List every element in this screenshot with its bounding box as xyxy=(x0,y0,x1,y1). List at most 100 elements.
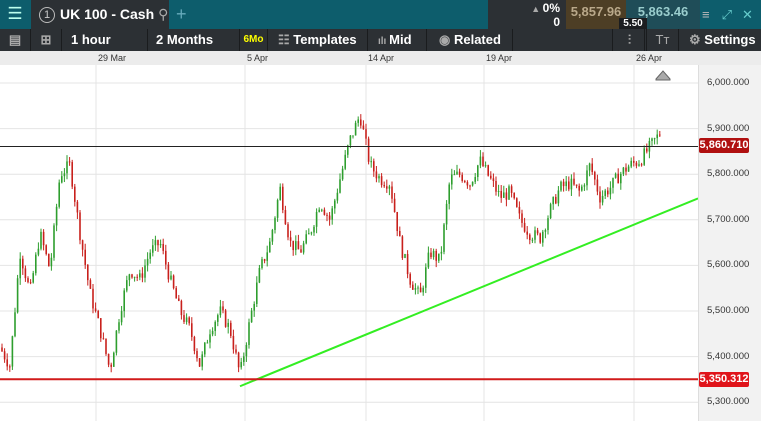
candle-body xyxy=(643,148,645,165)
candle-body xyxy=(516,198,518,207)
candle-body xyxy=(427,252,430,268)
candle-body xyxy=(404,254,406,258)
range-badge[interactable]: 6Mo xyxy=(240,29,268,51)
candle-body xyxy=(126,280,128,291)
price-axis[interactable]: 6,000.000 5,900.000 5,800.000 5,700.000 5,60… xyxy=(698,65,761,421)
related-button[interactable]: ◉ Related xyxy=(427,29,513,51)
candle-body xyxy=(123,290,125,312)
candle-body xyxy=(417,287,419,289)
candle-body xyxy=(529,234,531,241)
candle-body xyxy=(479,156,482,166)
range-select[interactable]: 2 Months xyxy=(148,29,240,51)
candle-body xyxy=(136,276,138,278)
hamburger-icon[interactable]: ☰ xyxy=(0,0,30,29)
candle-body xyxy=(583,185,586,187)
search-icon[interactable]: ⚲ xyxy=(158,6,168,22)
chart-toolbar: ▤ ⊞ 1 hour 2 Months 6Mo ☷ Templates ılı … xyxy=(0,29,761,51)
candle-body xyxy=(113,352,115,367)
candle-body xyxy=(469,185,471,187)
layout-icon[interactable]: ⊞ xyxy=(31,29,62,51)
instrument-tab[interactable]: 1 UK 100 - Cash ⚲ xyxy=(31,0,169,29)
candle-body xyxy=(217,315,219,322)
settings-button[interactable]: ⚙ Settings xyxy=(679,29,761,51)
candle-body xyxy=(523,222,526,232)
candle-body xyxy=(622,167,625,174)
candle-body xyxy=(341,168,344,180)
candle-body xyxy=(313,226,315,233)
font-size-icon[interactable]: Tт xyxy=(647,29,679,51)
candle-body xyxy=(183,315,185,322)
candle-body xyxy=(373,161,375,172)
candle-body xyxy=(365,129,367,139)
candle-body xyxy=(308,233,310,235)
candle-body xyxy=(635,162,638,166)
candle-body xyxy=(508,186,510,200)
price-chart[interactable] xyxy=(0,65,698,421)
sell-price-button[interactable]: 5,857.96 xyxy=(566,0,626,29)
list-icon[interactable]: ▤ xyxy=(0,29,31,51)
change-pct: 0% xyxy=(542,1,560,15)
candle-body xyxy=(139,273,141,278)
candle-body xyxy=(453,174,456,176)
date-tick: 5 Apr xyxy=(247,53,269,63)
candle-body xyxy=(321,209,323,211)
candle-body xyxy=(406,254,409,275)
candle-body xyxy=(617,173,619,184)
date-tick: 26 Apr xyxy=(636,53,663,63)
candle-body xyxy=(263,259,266,261)
candle-body xyxy=(237,352,240,368)
candle-body xyxy=(14,312,16,337)
candle-body xyxy=(310,232,313,234)
drag-handle-icon[interactable]: ≡ xyxy=(702,7,710,22)
candle-body xyxy=(269,241,271,253)
expand-icon[interactable]: ⤢ xyxy=(722,7,732,22)
candle-body xyxy=(401,236,404,258)
candle-body xyxy=(253,303,255,311)
add-tab-icon[interactable]: + xyxy=(176,0,187,28)
candle-body xyxy=(656,134,658,139)
candle-body xyxy=(497,191,500,193)
candle-body xyxy=(1,347,3,352)
candle-body xyxy=(167,264,170,280)
candle-body xyxy=(6,359,8,367)
date-tick: 14 Apr xyxy=(368,53,395,63)
candle-body xyxy=(526,231,528,235)
price-tick: 5,400.000 xyxy=(707,350,750,362)
candle-body xyxy=(490,175,492,179)
candle-body xyxy=(323,209,326,215)
price-tick: 6,000.000 xyxy=(707,77,750,88)
scale-icon[interactable]: ⫶ xyxy=(612,29,647,51)
candle-body xyxy=(232,335,235,350)
candle-body xyxy=(146,258,149,266)
candle-body xyxy=(461,174,463,182)
candle-body xyxy=(180,300,183,316)
candle-body xyxy=(612,177,614,188)
candle-body xyxy=(35,254,37,274)
candle-body xyxy=(370,161,372,163)
candle-body xyxy=(557,190,560,204)
candle-body xyxy=(380,176,383,186)
templates-icon: ☷ xyxy=(278,32,294,47)
candle-body xyxy=(630,160,632,167)
candle-body xyxy=(224,310,227,327)
date-axis: 29 Mar 5 Apr 14 Apr 19 Apr 26 Apr xyxy=(0,51,761,65)
candle-body xyxy=(107,353,110,365)
candle-body xyxy=(71,162,73,187)
candle-body xyxy=(575,184,578,186)
templates-button[interactable]: ☷ Templates xyxy=(268,29,368,51)
candle-body xyxy=(586,170,588,186)
candle-body xyxy=(378,176,380,179)
change-abs: 0 xyxy=(553,15,560,29)
candle-body xyxy=(510,186,513,193)
candle-body xyxy=(79,212,81,241)
candle-body xyxy=(37,248,40,255)
candle-body xyxy=(505,192,508,200)
interval-select[interactable]: 1 hour xyxy=(62,29,148,51)
candle-body xyxy=(362,125,365,130)
close-icon[interactable]: ✕ xyxy=(742,7,753,22)
price-type-button[interactable]: ılı Mid xyxy=(368,29,427,51)
candle-body xyxy=(302,243,305,253)
candle-body xyxy=(653,138,656,140)
candle-body xyxy=(422,287,424,293)
candle-body xyxy=(227,322,229,327)
